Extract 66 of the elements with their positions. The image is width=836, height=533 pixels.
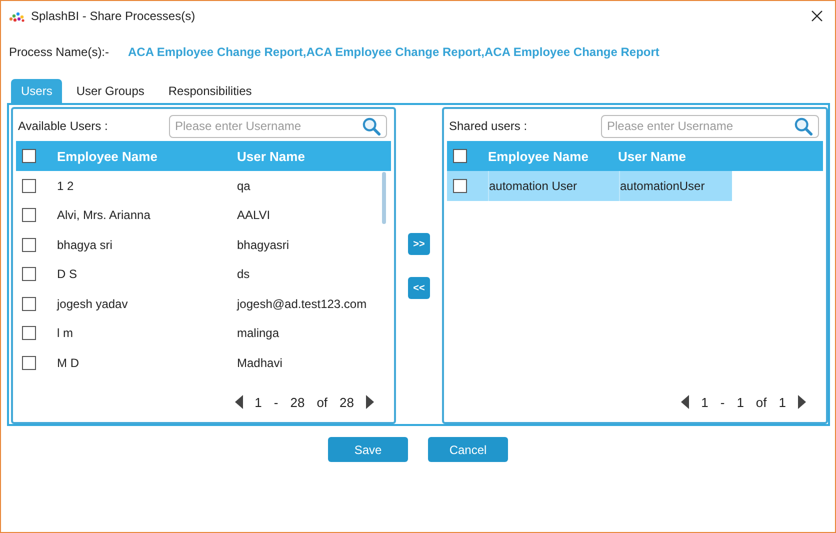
- table-cell-text: M D: [57, 354, 80, 372]
- table-cell-text: D S: [57, 266, 78, 284]
- table-row[interactable]: bhagya sri bhagyasri: [16, 230, 391, 260]
- table-cell-text: 1 2: [57, 178, 75, 195]
- table-cell-text: jogesh@ad.test123.com: [237, 296, 367, 313]
- table-cell: automation User: [488, 171, 619, 200]
- table-cell-text: qa: [237, 178, 250, 195]
- next-page-icon[interactable]: [365, 394, 375, 410]
- table-cell: automationUser: [619, 171, 732, 200]
- table-cell-text: bhagya sri: [57, 236, 114, 254]
- page-total: 28: [340, 394, 354, 410]
- tab[interactable]: User Groups: [66, 79, 154, 103]
- page-range-dash: -: [720, 394, 725, 410]
- table-cell-text: AALVI: [237, 207, 270, 224]
- select-all-checkbox[interactable]: [22, 149, 36, 163]
- table-row[interactable]: l m malinga: [16, 318, 391, 348]
- column-header: User Name: [618, 148, 686, 164]
- window-title: SplashBI - Share Processes(s): [31, 9, 196, 23]
- table-row[interactable]: M D Madhavi: [16, 348, 391, 378]
- table-cell-text: ds: [237, 266, 250, 284]
- panel-label: Available Users :: [18, 119, 108, 133]
- page-range-start: 1: [254, 394, 262, 410]
- page-range-start: 1: [701, 394, 708, 410]
- page-range-dash: -: [274, 394, 278, 410]
- previous-page-icon[interactable]: [234, 394, 244, 410]
- row-checkbox[interactable]: [22, 326, 36, 340]
- table-row[interactable]: 1 2 qa: [16, 171, 391, 200]
- table-row[interactable]: Alvi, Mrs. Arianna AALVI: [16, 200, 391, 230]
- search-field[interactable]: Please enter Username: [169, 114, 387, 138]
- table-row[interactable]: D S ds: [16, 260, 391, 289]
- page-of-label: of: [316, 394, 328, 410]
- page-of-label: of: [756, 394, 767, 410]
- table-cell-text: Madhavi: [237, 354, 282, 372]
- tab[interactable]: Responsibilities: [158, 79, 262, 103]
- search-icon[interactable]: [362, 116, 381, 136]
- search-icon[interactable]: [794, 116, 813, 136]
- panel-label: Shared users :: [449, 119, 528, 133]
- table-cell-text: jogesh yadav: [57, 296, 129, 313]
- page-range-end: 28: [290, 394, 305, 410]
- row-checkbox[interactable]: [22, 238, 36, 252]
- row-checkbox[interactable]: [453, 178, 467, 193]
- table-cell-text: bhagyasri: [237, 236, 290, 254]
- table-cell-text: malinga: [237, 325, 280, 342]
- logo-icon: [9, 10, 25, 22]
- next-page-icon[interactable]: [797, 394, 807, 410]
- page-range-end: 1: [736, 394, 744, 410]
- page-total: 1: [778, 394, 786, 410]
- table-cell-text: Alvi, Mrs. Arianna: [57, 207, 152, 224]
- process-label: Process Name(s):-: [9, 45, 110, 59]
- column-header: Employee Name: [57, 148, 158, 164]
- row-checkbox[interactable]: [22, 296, 36, 311]
- scrollbar-thumb[interactable]: [382, 172, 386, 224]
- column-header: User Name: [237, 148, 305, 164]
- close-icon[interactable]: [811, 10, 823, 22]
- row-checkbox[interactable]: [22, 267, 36, 282]
- select-all-checkbox[interactable]: [453, 149, 467, 163]
- row-checkbox[interactable]: [22, 178, 36, 193]
- search-field[interactable]: Please enter Username: [601, 114, 819, 138]
- previous-page-icon[interactable]: [680, 394, 690, 410]
- table-cell-text: l m: [57, 325, 74, 342]
- column-header: Employee Name: [488, 148, 590, 164]
- row-checkbox[interactable]: [22, 208, 36, 222]
- table-row[interactable]: automation User automationUser: [447, 171, 732, 200]
- row-checkbox[interactable]: [22, 356, 36, 370]
- process-names: ACA Employee Change Report,ACA Employee Change Report,ACA Employee Change Report: [128, 45, 660, 59]
- table-row[interactable]: jogesh yadav jogesh@ad.test123.com: [16, 289, 391, 318]
